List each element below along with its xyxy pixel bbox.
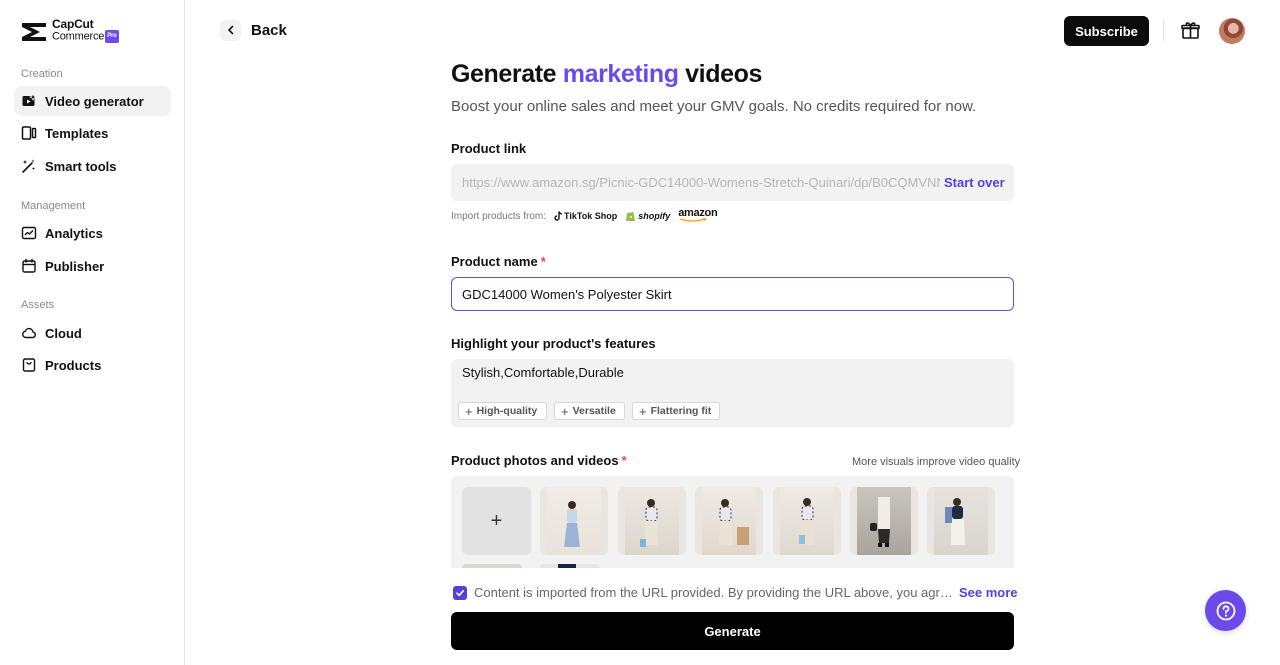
import-sources: Import products from: TikTok Shop shopif… xyxy=(451,207,718,223)
sidebar-item-publisher[interactable]: Publisher xyxy=(14,251,171,281)
title-accent: marketing xyxy=(562,60,679,88)
photos-hint: More visuals improve video quality xyxy=(852,456,1021,468)
sidebar-item-label: Templates xyxy=(45,125,109,141)
sidebar-item-label: Products xyxy=(45,357,102,373)
photos-label-text: Product photos and videos xyxy=(451,453,619,468)
tiktok-shop-logo[interactable]: TikTok Shop xyxy=(554,211,617,221)
gift-icon[interactable] xyxy=(1180,20,1201,41)
product-photo[interactable] xyxy=(773,487,841,555)
product-link-field[interactable]: https://www.amazon.sg/Picnic-GDC14000-Wo… xyxy=(451,164,1014,201)
start-over-button[interactable]: Start over xyxy=(944,175,1005,190)
features-textarea[interactable]: Stylish,Comfortable,Durable + High-qualit… xyxy=(451,359,1014,427)
sidebar-item-smart-tools[interactable]: Smart tools xyxy=(14,151,171,181)
chevron-left-icon xyxy=(226,22,236,40)
title-part1: Generate xyxy=(451,60,557,88)
tiktok-shop-label: TikTok Shop xyxy=(564,211,618,221)
capcut-commerce-logo[interactable]: CapCut Commerce Pro xyxy=(20,17,119,43)
product-name-label-text: Product name xyxy=(451,254,538,269)
video-generator-icon xyxy=(21,93,37,109)
plus-icon: + xyxy=(561,403,569,419)
plus-icon: + xyxy=(639,403,647,419)
section-label-creation: Creation xyxy=(21,68,63,80)
product-photo[interactable] xyxy=(462,564,522,568)
consent-row: Content is imported from the URL provide… xyxy=(453,585,1018,600)
chip-label: High-quality xyxy=(476,405,538,417)
plus-icon: + xyxy=(465,403,473,419)
amazon-label: amazon xyxy=(678,207,718,219)
templates-icon xyxy=(21,125,37,141)
sidebar-item-templates[interactable]: Templates xyxy=(14,118,171,148)
chip-label: Flattering fit xyxy=(650,405,712,417)
header-divider xyxy=(1163,20,1164,41)
photos-gallery: + xyxy=(451,476,1014,568)
user-avatar[interactable] xyxy=(1219,18,1245,44)
sidebar-item-label: Video generator xyxy=(45,93,144,109)
analytics-icon xyxy=(21,225,37,241)
capcut-logo-icon xyxy=(20,19,48,43)
sidebar-item-label: Publisher xyxy=(45,258,105,274)
logo-line2: Commerce xyxy=(52,30,105,43)
page-title: Generate marketing videos xyxy=(451,60,762,89)
subscribe-button[interactable]: Subscribe xyxy=(1064,16,1149,46)
logo-line1: CapCut xyxy=(52,17,94,31)
chip-label: Versatile xyxy=(572,405,616,417)
product-name-label: Product name * xyxy=(451,254,546,269)
magic-wand-icon xyxy=(21,158,37,174)
shopify-label: shopify xyxy=(638,211,671,221)
section-label-management: Management xyxy=(21,200,86,212)
products-icon xyxy=(21,357,37,373)
product-photo[interactable] xyxy=(618,487,686,555)
calendar-icon xyxy=(21,258,37,274)
sidebar-item-label: Cloud xyxy=(45,325,82,341)
shopify-logo[interactable]: shopify xyxy=(625,210,670,222)
features-value[interactable]: Stylish,Comfortable,Durable xyxy=(462,365,624,380)
sidebar-item-products[interactable]: Products xyxy=(14,350,171,380)
see-more-link[interactable]: See more xyxy=(959,585,1018,600)
generate-button[interactable]: Generate xyxy=(451,612,1014,650)
page-subtitle: Boost your online sales and meet your GM… xyxy=(451,98,977,115)
title-part2: videos xyxy=(685,60,762,88)
feature-chip-flattering-fit[interactable]: + Flattering fit xyxy=(632,402,720,420)
product-link-label: Product link xyxy=(451,141,527,156)
amazon-logo[interactable]: amazon xyxy=(678,207,718,223)
check-icon xyxy=(456,589,464,596)
photos-label: Product photos and videos * xyxy=(451,453,627,468)
sidebar-item-video-generator[interactable]: Video generator xyxy=(14,86,171,116)
required-marker: * xyxy=(621,453,627,468)
cloud-icon xyxy=(21,325,37,341)
product-photo[interactable] xyxy=(927,487,995,555)
sidebar-item-cloud[interactable]: Cloud xyxy=(14,318,171,348)
product-photo[interactable] xyxy=(540,487,608,555)
help-button[interactable] xyxy=(1205,590,1246,631)
features-label: Highlight your product's features xyxy=(451,336,656,351)
back-label[interactable]: Back xyxy=(251,22,287,39)
consent-text: Content is imported from the URL provide… xyxy=(474,585,953,600)
product-name-input[interactable]: GDC14000 Women's Polyester Skirt xyxy=(451,277,1014,311)
pro-badge: Pro xyxy=(105,30,119,43)
back-button[interactable] xyxy=(220,20,241,41)
sidebar-item-label: Smart tools xyxy=(45,158,117,174)
plus-icon: + xyxy=(490,509,503,532)
product-photo[interactable] xyxy=(850,487,918,555)
import-label: Import products from: xyxy=(451,210,547,222)
product-link-input[interactable]: https://www.amazon.sg/Picnic-GDC14000-Wo… xyxy=(462,175,940,190)
product-photo[interactable] xyxy=(540,564,600,568)
consent-checkbox[interactable] xyxy=(453,585,467,600)
help-icon xyxy=(1216,601,1235,620)
add-media-button[interactable]: + xyxy=(462,487,531,555)
section-label-assets: Assets xyxy=(21,299,55,311)
sidebar-item-analytics[interactable]: Analytics xyxy=(14,218,171,248)
product-photo[interactable] xyxy=(695,487,763,555)
feature-chip-versatile[interactable]: + Versatile xyxy=(554,402,625,420)
sidebar: CapCut Commerce Pro Creation Video genera… xyxy=(0,0,185,665)
feature-chip-high-quality[interactable]: + High-quality xyxy=(458,402,547,420)
sidebar-item-label: Analytics xyxy=(45,225,103,241)
required-marker: * xyxy=(540,254,546,269)
